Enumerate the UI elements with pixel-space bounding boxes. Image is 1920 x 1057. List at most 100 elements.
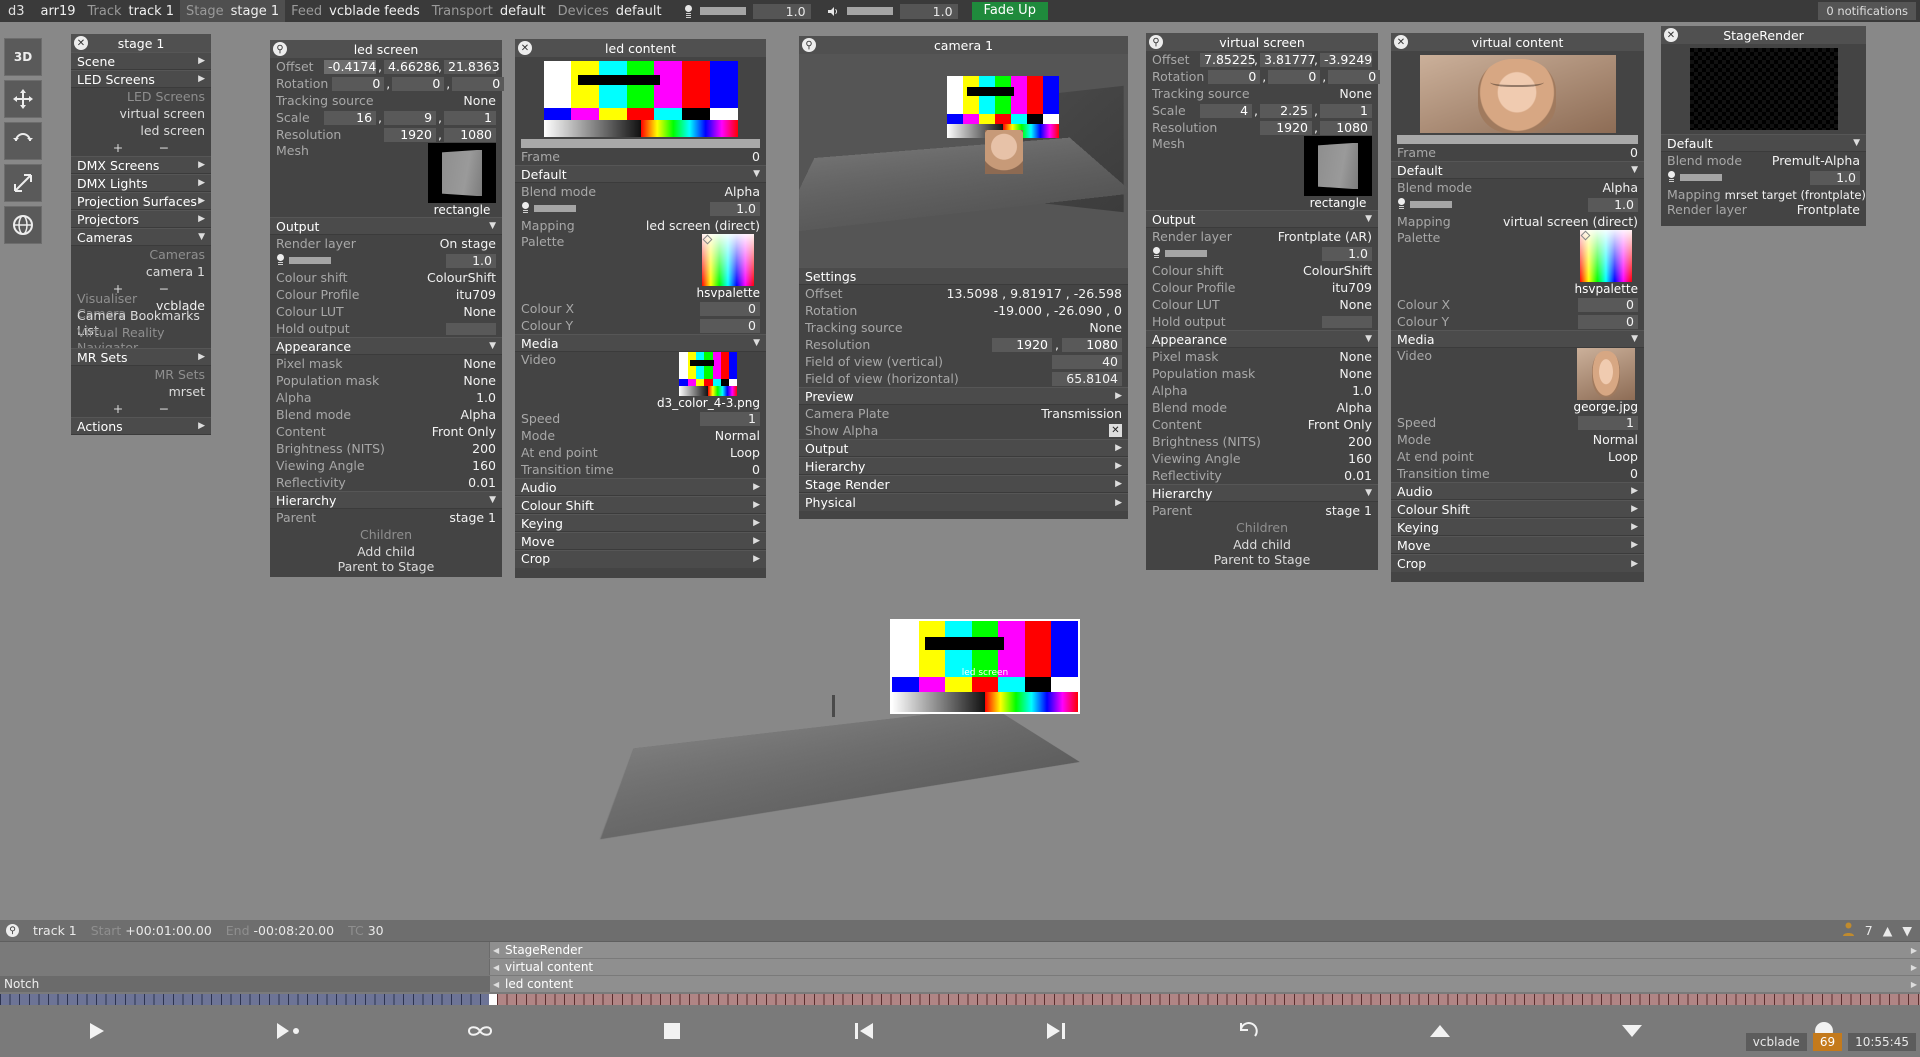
scale-z-field[interactable]: 1 xyxy=(1320,104,1372,118)
chevron-right-icon[interactable]: ▶ xyxy=(1911,963,1917,972)
video-thumbnail[interactable] xyxy=(1577,348,1635,400)
virtual-reality-navigator-button[interactable]: Virtual Reality Navigator... xyxy=(71,331,211,348)
close-icon[interactable]: ✕ xyxy=(74,36,88,50)
rotation-y-field[interactable]: 0 xyxy=(1268,70,1320,84)
appearance-section[interactable]: Appearance ▼ xyxy=(270,337,502,355)
menu-transport[interactable]: Transport default xyxy=(426,0,552,22)
globe-tool[interactable] xyxy=(4,206,42,244)
list-item-camera-1[interactable]: camera 1 xyxy=(146,264,205,279)
tracking-source-row[interactable]: Tracking source None xyxy=(1146,85,1378,102)
rotation-z-field[interactable]: 0 xyxy=(452,77,504,91)
pixel-mask-row[interactable]: Pixel mask None xyxy=(270,355,502,372)
blend-mode-row[interactable]: Blend mode Premult-Alpha xyxy=(1661,152,1866,169)
scale-tool[interactable] xyxy=(4,164,42,202)
brightness-nits-row[interactable]: Brightness (NITS) 200 xyxy=(270,440,502,457)
sidebar-item-dmx-screens[interactable]: DMX Screens ▶ xyxy=(71,156,211,174)
offset-y-field[interactable]: 4.66286 xyxy=(384,60,436,74)
colour-shift-row[interactable]: Colour shift ColourShift xyxy=(1146,262,1378,279)
hold-output-row[interactable]: Hold output xyxy=(270,320,502,337)
parent-row[interactable]: Parent stage 1 xyxy=(1146,502,1378,519)
sidebar-item-cameras[interactable]: Cameras ▼ xyxy=(71,228,211,246)
opacity-value[interactable]: 1.0 xyxy=(710,202,760,216)
add-mrset-button[interactable]: + xyxy=(113,401,123,416)
audio-section[interactable]: Audio ▶ xyxy=(1391,482,1644,500)
opacity-slider[interactable] xyxy=(534,205,576,212)
crop-section[interactable]: Crop ▶ xyxy=(1391,554,1644,572)
camera-res-w-field[interactable]: 1920 xyxy=(992,338,1052,352)
pin-icon[interactable]: ⚲ xyxy=(1149,35,1163,49)
offset-z-field[interactable]: -3.9249 xyxy=(1320,53,1372,67)
alpha-row[interactable]: Alpha 1.0 xyxy=(270,389,502,406)
undo-button[interactable] xyxy=(1152,1005,1344,1057)
viewport-led-screen[interactable]: led screen xyxy=(890,619,1080,714)
content-row[interactable]: Content Front Only xyxy=(270,423,502,440)
mapping-row[interactable]: Mapping virtual screen (direct) xyxy=(1391,213,1644,230)
physical-section[interactable]: Physical ▶ xyxy=(799,493,1128,511)
keying-section[interactable]: Keying ▶ xyxy=(1391,518,1644,536)
resolution-h-field[interactable]: 1080 xyxy=(444,128,496,142)
default-section[interactable]: Default ▼ xyxy=(515,165,766,183)
opacity-value[interactable]: 1.0 xyxy=(1588,198,1638,212)
resolution-w-field[interactable]: 1920 xyxy=(1260,121,1312,135)
colour-x-field[interactable]: 0 xyxy=(1578,298,1638,312)
default-section[interactable]: Default ▼ xyxy=(1391,161,1644,179)
next-cue-button[interactable] xyxy=(960,1005,1152,1057)
project-name[interactable]: arr19 xyxy=(35,0,82,22)
default-section[interactable]: Default ▼ xyxy=(1661,134,1866,152)
virtual-content-preview[interactable] xyxy=(1420,55,1616,133)
stage-render-preview[interactable] xyxy=(1690,48,1838,130)
media-section[interactable]: Media ▼ xyxy=(515,334,766,352)
frame-row[interactable]: Frame 0 xyxy=(515,148,766,165)
volume-value[interactable]: 1.0 xyxy=(900,4,958,19)
scale-y-field[interactable]: 9 xyxy=(384,111,436,125)
up-button[interactable] xyxy=(1344,1005,1536,1057)
colour-profile-row[interactable]: Colour Profile itu709 xyxy=(1146,279,1378,296)
output-brightness-value[interactable]: 1.0 xyxy=(446,254,496,268)
colour-x-field[interactable]: 0 xyxy=(700,302,760,316)
sidebar-item-scene[interactable]: Scene ▶ xyxy=(71,52,211,70)
population-mask-row[interactable]: Population mask None xyxy=(270,372,502,389)
close-icon[interactable]: ✕ xyxy=(518,41,532,55)
frame-scrubber[interactable] xyxy=(521,139,760,148)
stop-button[interactable] xyxy=(576,1005,768,1057)
chevron-up-icon[interactable]: ▲ xyxy=(1883,923,1893,938)
remove-camera-button[interactable]: − xyxy=(159,281,169,296)
blend-mode-row[interactable]: Blend mode Alpha xyxy=(1146,399,1378,416)
camera-tracking-row[interactable]: Tracking source None xyxy=(799,319,1128,336)
scale-x-field[interactable]: 16 xyxy=(324,111,376,125)
pin-icon[interactable]: ⚲ xyxy=(6,924,19,937)
at-end-point-row[interactable]: At end point Loop xyxy=(1391,448,1644,465)
add-led-screen-button[interactable]: + xyxy=(113,140,123,155)
opacity-slider[interactable] xyxy=(1680,174,1722,181)
show-alpha-row[interactable]: Show Alpha ✕ xyxy=(799,422,1128,439)
show-alpha-checkbox[interactable]: ✕ xyxy=(1109,424,1122,437)
content-row[interactable]: Content Front Only xyxy=(1146,416,1378,433)
remove-led-screen-button[interactable]: − xyxy=(159,140,169,155)
audio-section[interactable]: Audio ▶ xyxy=(515,478,766,496)
move-section[interactable]: Move ▶ xyxy=(515,532,766,550)
reflectivity-row[interactable]: Reflectivity 0.01 xyxy=(1146,467,1378,484)
clip-virtual-content[interactable]: ◀ virtual content ▶ xyxy=(489,959,1920,975)
list-item-mrset[interactable]: mrset xyxy=(169,384,205,399)
scale-y-field[interactable]: 2.25 xyxy=(1260,104,1312,118)
volume-slider[interactable] xyxy=(847,7,893,15)
render-layer-row[interactable]: Render layer Frontplate xyxy=(1661,203,1866,220)
menu-stage[interactable]: Stage stage 1 xyxy=(180,0,285,22)
viewing-angle-row[interactable]: Viewing Angle 160 xyxy=(1146,450,1378,467)
colour-lut-row[interactable]: Colour LUT None xyxy=(270,303,502,320)
list-item-virtual-screen[interactable]: virtual screen xyxy=(120,106,206,121)
resolution-w-field[interactable]: 1920 xyxy=(384,128,436,142)
rotate-tool[interactable] xyxy=(4,122,42,160)
hierarchy-section[interactable]: Hierarchy ▼ xyxy=(270,491,502,509)
chevron-right-icon[interactable]: ▶ xyxy=(1911,980,1917,989)
sidebar-item-projection-surfaces[interactable]: Projection Surfaces ▶ xyxy=(71,192,211,210)
palette-thumbnail[interactable] xyxy=(702,234,754,286)
offset-x-field[interactable]: -0.4174 xyxy=(324,60,376,74)
frame-row[interactable]: Frame 0 xyxy=(1391,144,1644,161)
palette-thumbnail[interactable] xyxy=(1580,230,1632,282)
menu-feed[interactable]: Feed vcblade feeds xyxy=(285,0,426,22)
output-brightness-value[interactable]: 1.0 xyxy=(1322,247,1372,261)
blend-mode-row[interactable]: Blend mode Alpha xyxy=(515,183,766,200)
pin-icon[interactable]: ⚲ xyxy=(273,42,287,56)
video-thumbnail[interactable] xyxy=(679,352,737,396)
